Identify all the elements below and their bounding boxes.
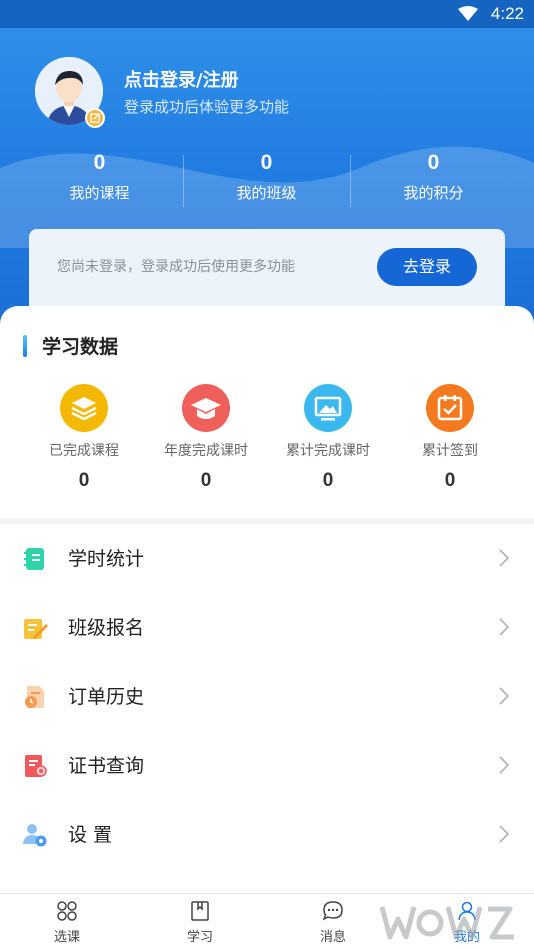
menu-item-label: 班级报名 bbox=[68, 617, 145, 639]
divider bbox=[183, 155, 184, 207]
stat-value: 0 bbox=[260, 151, 273, 174]
status-time: 4:22 bbox=[490, 4, 524, 23]
user-settings-icon bbox=[23, 824, 47, 847]
stat-label: 我的班级 bbox=[236, 184, 297, 202]
edit-note-icon bbox=[24, 619, 48, 639]
section-accent-bar bbox=[23, 335, 27, 357]
menu-item-order-history[interactable]: 订单历史 bbox=[0, 662, 534, 731]
login-notice-text: 您尚未登录，登录成功后使用更多功能 bbox=[57, 259, 295, 275]
chevron-right-icon bbox=[499, 756, 510, 774]
chevron-right-icon bbox=[499, 825, 510, 843]
grid-icon bbox=[57, 901, 77, 921]
chat-icon bbox=[322, 901, 343, 921]
metric-annual-hours[interactable]: 年度完成课时 0 bbox=[141, 384, 271, 492]
metric-value: 0 bbox=[78, 470, 90, 491]
stat-label: 我的积分 bbox=[403, 184, 464, 202]
stat-value: 0 bbox=[93, 151, 106, 174]
menu-item-certificate-query[interactable]: 证书查询 bbox=[0, 731, 534, 800]
metric-label: 已完成课程 bbox=[49, 443, 119, 459]
watermark-logo bbox=[379, 906, 514, 940]
menu-item-label: 学时统计 bbox=[68, 548, 145, 570]
monitor-icon bbox=[304, 384, 352, 432]
wifi-icon bbox=[458, 6, 478, 21]
go-login-button[interactable]: 去登录 bbox=[377, 248, 477, 286]
chevron-right-icon bbox=[499, 618, 510, 636]
metric-total-checkins[interactable]: 累计签到 0 bbox=[385, 384, 515, 492]
edit-avatar-icon[interactable] bbox=[85, 108, 105, 128]
menu-list: 学时统计 班级报名 订单历史 证书查询 设 置 bbox=[0, 524, 534, 893]
metric-label: 累计签到 bbox=[422, 443, 478, 459]
calendar-check-icon bbox=[426, 384, 474, 432]
metric-label: 累计完成课时 bbox=[286, 443, 370, 459]
tab-label: 消息 bbox=[319, 930, 346, 945]
tab-study[interactable]: 学习 bbox=[133, 900, 267, 945]
metric-label: 年度完成课时 bbox=[164, 443, 248, 459]
menu-item-label: 订单历史 bbox=[68, 686, 145, 708]
divider bbox=[350, 155, 351, 207]
menu-item-label: 设 置 bbox=[68, 824, 113, 846]
menu-item-class-signup[interactable]: 班级报名 bbox=[0, 593, 534, 662]
study-data-card: 学习数据 已完成课程 0 年度完成课时 0 累计完成课时 0 累计签到 0 bbox=[0, 306, 534, 518]
menu-item-study-hours[interactable]: 学时统计 bbox=[0, 524, 534, 593]
metric-value: 0 bbox=[444, 470, 456, 491]
stat-value: 0 bbox=[427, 151, 440, 174]
login-register-link[interactable]: 点击登录/注册 bbox=[124, 66, 239, 92]
metric-completed-courses[interactable]: 已完成课程 0 bbox=[19, 384, 149, 492]
stat-label: 我的课程 bbox=[69, 184, 130, 202]
stat-my-points[interactable]: 0 我的积分 bbox=[350, 148, 517, 206]
stat-my-classes[interactable]: 0 我的班级 bbox=[183, 148, 350, 206]
chevron-right-icon bbox=[499, 687, 510, 705]
chevron-right-icon bbox=[499, 549, 510, 567]
stat-my-courses[interactable]: 0 我的课程 bbox=[16, 148, 183, 206]
metric-total-hours[interactable]: 累计完成课时 0 bbox=[263, 384, 393, 492]
notebook-icon bbox=[24, 548, 44, 570]
menu-item-label: 证书查询 bbox=[68, 755, 145, 777]
certificate-icon bbox=[25, 755, 47, 777]
metric-value: 0 bbox=[322, 470, 334, 491]
login-subtitle: 登录成功后体验更多功能 bbox=[124, 98, 290, 116]
metric-value: 0 bbox=[200, 470, 212, 491]
graduation-cap-icon bbox=[182, 384, 230, 432]
order-history-icon bbox=[25, 686, 44, 708]
tab-label: 选课 bbox=[53, 930, 80, 945]
section-title: 学习数据 bbox=[42, 336, 119, 358]
book-icon bbox=[191, 901, 209, 921]
status-bar: 4:22 bbox=[0, 0, 534, 28]
menu-item-settings[interactable]: 设 置 bbox=[0, 800, 534, 869]
tab-label: 学习 bbox=[186, 930, 213, 945]
profile-stats: 0 我的课程 0 我的班级 0 我的积分 bbox=[0, 148, 534, 218]
layers-icon bbox=[60, 384, 108, 432]
tab-course-selection[interactable]: 选课 bbox=[0, 900, 134, 945]
